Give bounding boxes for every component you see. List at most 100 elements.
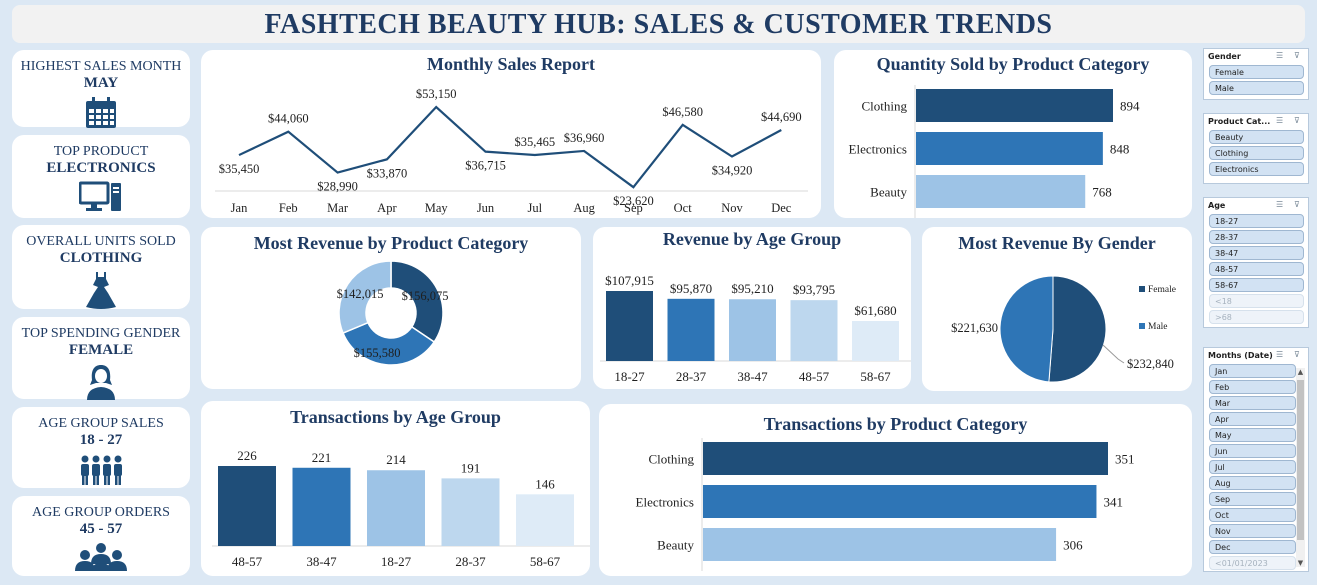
x-tick-label: 58-67	[530, 554, 561, 569]
slicer-item[interactable]: Oct	[1209, 508, 1296, 522]
slicer-item[interactable]: Nov	[1209, 524, 1296, 538]
bar	[703, 485, 1097, 518]
data-label: 351	[1115, 452, 1135, 467]
quantity-sold-bar-chart: Clothing 894 Electronics 848 Beauty 768	[849, 85, 1140, 218]
x-tick-label: 18-27	[381, 554, 412, 569]
slicer-item[interactable]: 58-67	[1209, 278, 1304, 292]
slicer-item[interactable]: Apr	[1209, 412, 1296, 426]
slicer-item-disabled[interactable]: <01/01/2023	[1209, 556, 1296, 570]
data-label: 848	[1110, 142, 1130, 157]
slicer-item[interactable]: 18-27	[1209, 214, 1304, 228]
data-label: $28,990	[317, 180, 358, 194]
clear-filter-icon[interactable]: ⊽	[1294, 350, 1300, 359]
slicer-item[interactable]: Jun	[1209, 444, 1296, 458]
x-tick-label: 48-57	[232, 554, 263, 569]
data-label: $34,920	[712, 164, 753, 178]
computer-icon	[79, 181, 121, 211]
x-tick-label: Jan	[231, 201, 248, 215]
slicer-item-disabled[interactable]: <18	[1209, 294, 1304, 308]
x-tick-label: 48-57	[799, 369, 830, 384]
data-label: 306	[1063, 538, 1083, 553]
slicer-title: Gender	[1208, 52, 1241, 61]
age-slicer[interactable]: Age ☰ ⊽ 18-27 28-37 38-47 48-57 58-67 <18 >68	[1203, 197, 1309, 328]
slicer-item[interactable]: 48-57	[1209, 262, 1304, 276]
data-label: $221,630	[951, 321, 998, 335]
legend-swatch	[1139, 323, 1145, 329]
slicer-item[interactable]: Mar	[1209, 396, 1296, 410]
slicer-item[interactable]: Aug	[1209, 476, 1296, 490]
revenue-category-donut-chart: $156,075 $155,580 $142,015	[337, 260, 448, 366]
bar	[516, 494, 574, 546]
scroll-thumb[interactable]	[1297, 380, 1304, 540]
data-label: $61,680	[854, 303, 896, 318]
data-label: 221	[312, 450, 332, 465]
data-label: $36,715	[465, 159, 506, 173]
pie-slice	[999, 275, 1054, 383]
legend-label: Female	[1148, 285, 1176, 295]
transactions-age-bar-chart: 226 48-57 221 38-47 214 18-27 191 28-37 146 58-67	[212, 448, 590, 569]
slicer-title: Months (Date)	[1208, 351, 1273, 360]
clear-filter-icon[interactable]: ⊽	[1294, 116, 1300, 125]
data-label: 768	[1092, 185, 1112, 200]
slicer-item[interactable]: Clothing	[1209, 146, 1304, 160]
slicer-item[interactable]: Electronics	[1209, 162, 1304, 176]
y-tick-label: Clothing	[861, 99, 907, 114]
scroll-down-icon[interactable]: ▼	[1296, 559, 1305, 567]
x-tick-label: 28-37	[455, 554, 486, 569]
x-tick-label: Dec	[771, 201, 792, 215]
multi-select-icon[interactable]: ☰	[1276, 200, 1283, 209]
bar	[667, 298, 715, 361]
slicer-header: Months (Date) ☰ ⊽	[1204, 348, 1308, 364]
data-label: 146	[535, 476, 555, 491]
revenue-category-card: Most Revenue by Product Category $156,07…	[201, 227, 581, 389]
data-label: $36,960	[564, 131, 605, 145]
slicer-item[interactable]: Jul	[1209, 460, 1296, 474]
x-tick-label: 28-37	[676, 369, 707, 384]
slicer-item[interactable]: Feb	[1209, 380, 1296, 394]
slicer-scrollbar[interactable]: ▲ ▼	[1296, 368, 1305, 567]
transactions-category-card: Transactions by Product Category Clothin…	[599, 404, 1192, 576]
slicer-item[interactable]: 28-37	[1209, 230, 1304, 244]
slicer-item[interactable]: Male	[1209, 81, 1304, 95]
slicer-item[interactable]: Beauty	[1209, 130, 1304, 144]
dashboard-title: FASHTECH BEAUTY HUB: SALES & CUSTOMER TR…	[264, 9, 1053, 40]
kpi-label: AGE GROUP ORDERS	[32, 505, 170, 520]
bar	[367, 470, 425, 546]
data-label: $95,210	[731, 281, 773, 296]
clear-filter-icon[interactable]: ⊽	[1294, 200, 1300, 209]
data-label: $35,450	[219, 162, 260, 176]
gender-slicer[interactable]: Gender ☰ ⊽ Female Male	[1203, 48, 1309, 100]
kpi-top-product: TOP PRODUCT ELECTRONICS	[12, 135, 190, 218]
slicer-item[interactable]: Female	[1209, 65, 1304, 79]
months-slicer[interactable]: Months (Date) ☰ ⊽ Jan Feb Mar Apr May Jun Jul Aug…	[1203, 347, 1309, 572]
kpi-value: FEMALE	[68, 342, 134, 358]
bar	[729, 299, 776, 361]
kpi-age-group-sales: AGE GROUP SALES 18 - 27	[12, 407, 190, 488]
x-tick-label: Nov	[721, 201, 743, 215]
product-category-slicer[interactable]: Product Cat... ☰ ⊽ Beauty Clothing Electroni…	[1203, 113, 1309, 184]
x-tick-label: Aug	[573, 201, 595, 215]
x-tick-label: May	[425, 201, 449, 215]
multi-select-icon[interactable]: ☰	[1276, 51, 1283, 60]
kpi-label: HIGHEST SALES MONTH	[20, 59, 182, 74]
data-label: $46,580	[662, 105, 703, 119]
scroll-up-icon[interactable]: ▲	[1296, 368, 1305, 376]
slicer-item[interactable]: May	[1209, 428, 1296, 442]
bar	[916, 89, 1113, 122]
clear-filter-icon[interactable]: ⊽	[1294, 51, 1300, 60]
bar	[790, 300, 838, 361]
x-tick-label: Feb	[279, 201, 298, 215]
slicer-item-disabled[interactable]: >68	[1209, 310, 1304, 324]
monthly-sales-line-chart: $35,450 Jan $44,060 Feb $28,990 Mar $33,870 Apr…	[215, 87, 808, 215]
leader-line	[1102, 344, 1125, 364]
multi-select-icon[interactable]: ☰	[1276, 116, 1283, 125]
slicer-header: Product Cat... ☰ ⊽	[1204, 114, 1308, 130]
data-label: $95,870	[670, 281, 712, 296]
slicer-item[interactable]: Sep	[1209, 492, 1296, 506]
slicer-item[interactable]: Dec	[1209, 540, 1296, 554]
x-tick-label: 58-67	[860, 369, 891, 384]
slicer-item[interactable]: 38-47	[1209, 246, 1304, 260]
multi-select-icon[interactable]: ☰	[1276, 350, 1283, 359]
data-label: $232,840	[1127, 357, 1174, 371]
slicer-item[interactable]: Jan	[1209, 364, 1296, 378]
